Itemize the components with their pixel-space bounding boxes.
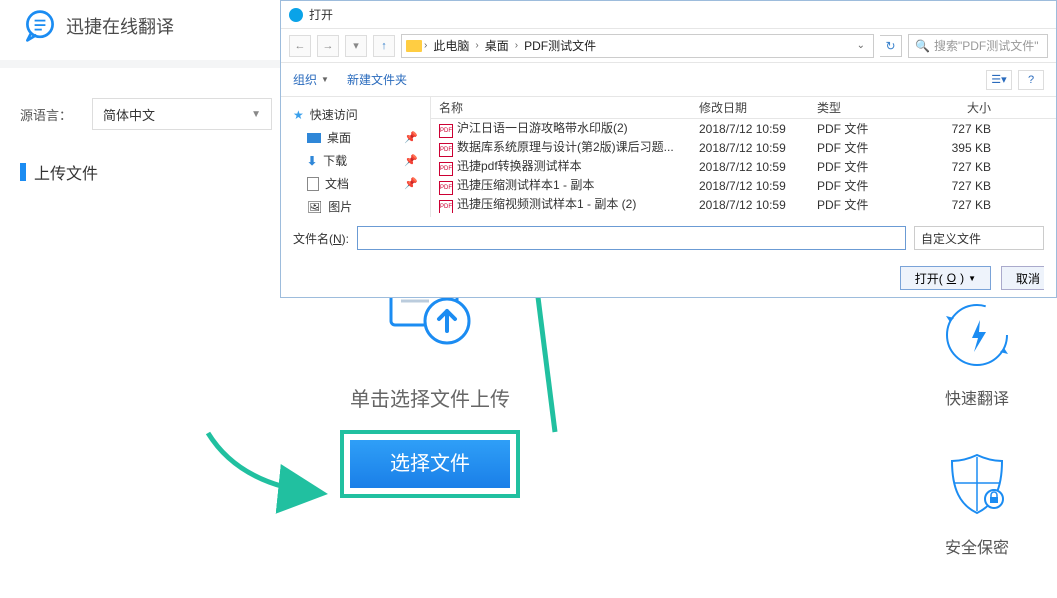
feature-fast: 快速翻译 xyxy=(922,300,1032,409)
feature-secure-label: 安全保密 xyxy=(922,534,1032,558)
organize-menu[interactable]: 组织▼ xyxy=(293,71,329,88)
chevron-down-icon: ▼ xyxy=(968,274,976,283)
refresh-button[interactable]: ↻ xyxy=(880,35,902,57)
brand: 迅捷在线翻译 xyxy=(22,8,174,44)
pin-icon: 📌 xyxy=(404,154,418,167)
search-icon: 🔍 xyxy=(915,39,930,53)
chevron-down-icon[interactable]: ⌄ xyxy=(853,40,869,51)
pin-icon: 📌 xyxy=(404,177,418,190)
upload-hint: 单击选择文件上传 xyxy=(320,383,540,412)
filename-label: 文件名(N): xyxy=(293,230,349,247)
dialog-actions: 打开(O) ▼ 取消 xyxy=(281,259,1056,297)
table-row[interactable]: PDF迅捷压缩测试样本1 - 副本 2018/7/12 10:59 PDF 文件… xyxy=(431,176,1056,195)
brand-name: 迅捷在线翻译 xyxy=(66,13,174,39)
file-type-filter[interactable]: 自定义文件 xyxy=(914,226,1044,250)
sidebar-item-pictures[interactable]: 🖼 图片 xyxy=(289,195,422,217)
desktop-icon xyxy=(307,133,321,143)
pdf-icon: PDF xyxy=(439,143,453,157)
column-name[interactable]: 名称 xyxy=(431,99,691,116)
feature-rail: 快速翻译 安全保密 xyxy=(922,300,1032,598)
breadcrumb-item[interactable]: PDF测试文件 xyxy=(520,37,600,54)
download-icon: ⬇ xyxy=(307,154,317,168)
guide-arrow-to-button xyxy=(200,425,340,515)
pdf-icon: PDF xyxy=(439,200,453,213)
accent-bar xyxy=(20,163,26,181)
file-list-rows: PDF沪江日语一日游攻略带水印版(2) 2018/7/12 10:59 PDF … xyxy=(431,119,1056,213)
table-row[interactable]: PDF迅捷压缩视频测试样本1 - 副本 (2) 2018/7/12 10:59 … xyxy=(431,195,1056,213)
pdf-icon: PDF xyxy=(439,124,453,138)
table-row[interactable]: PDF数据库系统原理与设计(第2版)课后习题... 2018/7/12 10:5… xyxy=(431,138,1056,157)
breadcrumb-item[interactable]: 桌面 xyxy=(481,37,513,54)
cancel-button[interactable]: 取消 xyxy=(1001,266,1044,290)
source-language-value: 简体中文 xyxy=(103,105,155,124)
dialog-toolbar: 组织▼ 新建文件夹 ☰▾ ? xyxy=(281,63,1056,97)
source-language-select[interactable]: 简体中文 ▼ xyxy=(92,98,272,130)
new-folder-button[interactable]: 新建文件夹 xyxy=(347,71,407,88)
lightning-icon xyxy=(942,300,1012,370)
dialog-sidebar: ★ 快速访问 桌面 📌 ⬇ 下载 📌 文档 📌 🖼 图片 xyxy=(281,97,431,217)
column-type[interactable]: 类型 xyxy=(809,99,919,116)
pin-icon: 📌 xyxy=(404,131,418,144)
recent-locations-button[interactable]: ▾ xyxy=(345,35,367,57)
shield-lock-icon xyxy=(942,449,1012,519)
file-list: 名称 修改日期 类型 大小 PDF沪江日语一日游攻略带水印版(2) 2018/7… xyxy=(431,97,1056,217)
table-row[interactable]: PDF沪江日语一日游攻略带水印版(2) 2018/7/12 10:59 PDF … xyxy=(431,119,1056,138)
chevron-down-icon: ▼ xyxy=(251,109,261,120)
source-language-row: 源语言： 简体中文 ▼ xyxy=(20,98,272,130)
choose-file-highlight: 选择文件 xyxy=(340,430,520,498)
upload-section-title: 上传文件 xyxy=(34,160,98,184)
dialog-address-bar: ← → ▾ ↑ › 此电脑 › 桌面 › PDF测试文件 ⌄ ↻ 🔍 搜索"PD… xyxy=(281,29,1056,63)
chevron-right-icon: › xyxy=(424,40,427,51)
chat-bubble-icon xyxy=(22,8,58,44)
help-button[interactable]: ? xyxy=(1018,70,1044,90)
table-row[interactable]: PDF迅捷pdf转换器测试样本 2018/7/12 10:59 PDF 文件 7… xyxy=(431,157,1056,176)
chevron-down-icon: ▼ xyxy=(321,75,329,84)
search-input[interactable]: 🔍 搜索"PDF测试文件" xyxy=(908,34,1048,58)
column-size[interactable]: 大小 xyxy=(919,99,999,116)
nav-up-button[interactable]: ↑ xyxy=(373,35,395,57)
pictures-icon: 🖼 xyxy=(307,200,322,214)
pdf-icon: PDF xyxy=(439,181,453,195)
breadcrumb-item[interactable]: 此电脑 xyxy=(429,37,473,54)
nav-forward-button[interactable]: → xyxy=(317,35,339,57)
dialog-titlebar: 打开 xyxy=(281,1,1056,29)
app-icon xyxy=(289,8,303,22)
feature-fast-label: 快速翻译 xyxy=(922,385,1032,409)
upload-section-header: 上传文件 xyxy=(20,160,98,184)
file-open-dialog: 打开 ← → ▾ ↑ › 此电脑 › 桌面 › PDF测试文件 ⌄ ↻ 🔍 搜索… xyxy=(280,0,1057,298)
star-icon: ★ xyxy=(293,108,304,122)
filename-row: 文件名(N): 自定义文件 xyxy=(281,217,1056,259)
breadcrumb[interactable]: › 此电脑 › 桌面 › PDF测试文件 ⌄ xyxy=(401,34,874,58)
document-icon xyxy=(307,177,319,191)
dialog-body: ★ 快速访问 桌面 📌 ⬇ 下载 📌 文档 📌 🖼 图片 xyxy=(281,97,1056,217)
nav-back-button[interactable]: ← xyxy=(289,35,311,57)
view-mode-button[interactable]: ☰▾ xyxy=(986,70,1012,90)
sidebar-item-desktop[interactable]: 桌面 📌 xyxy=(289,126,422,149)
dialog-title: 打开 xyxy=(309,6,333,23)
filename-input[interactable] xyxy=(357,226,906,250)
search-placeholder: 搜索"PDF测试文件" xyxy=(934,37,1039,54)
folder-icon xyxy=(406,40,422,52)
pdf-icon: PDF xyxy=(439,162,453,176)
view-options: ☰▾ ? xyxy=(986,70,1044,90)
feature-secure: 安全保密 xyxy=(922,449,1032,558)
column-date[interactable]: 修改日期 xyxy=(691,99,809,116)
choose-file-button[interactable]: 选择文件 xyxy=(350,440,510,488)
file-list-header: 名称 修改日期 类型 大小 xyxy=(431,97,1056,119)
chevron-right-icon: › xyxy=(475,40,478,51)
chevron-right-icon: › xyxy=(515,40,518,51)
sidebar-item-documents[interactable]: 文档 📌 xyxy=(289,172,422,195)
open-button[interactable]: 打开(O) ▼ xyxy=(900,266,991,290)
source-language-label: 源语言： xyxy=(20,105,72,124)
sidebar-item-quick-access[interactable]: ★ 快速访问 xyxy=(289,103,422,126)
sidebar-item-downloads[interactable]: ⬇ 下载 📌 xyxy=(289,149,422,172)
